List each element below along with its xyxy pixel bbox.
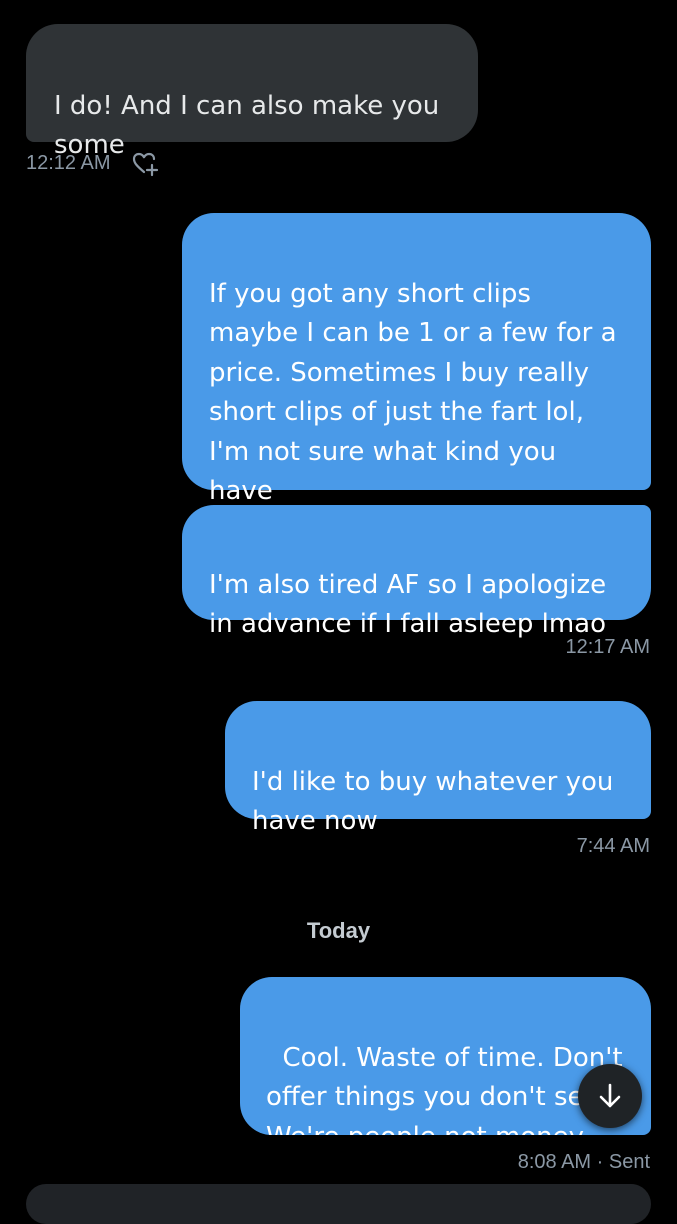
message-timestamp: 12:17 AM (565, 636, 650, 658)
message-timestamp: 12:12 AM (26, 152, 111, 174)
outgoing-message[interactable]: I'm also tired AF so I apologize in adva… (182, 505, 651, 639)
date-divider: Today (306, 918, 371, 943)
message-timestamp: 7:44 AM (576, 835, 650, 857)
message-text: Cool. Waste of time. Don't offer things … (266, 1042, 623, 1136)
message-text: If you got any short clips maybe I can b… (209, 278, 617, 507)
incoming-message[interactable]: I do! And I can also make you some (26, 24, 478, 160)
scroll-to-bottom-button[interactable] (578, 1064, 642, 1128)
arrow-down-icon (595, 1081, 625, 1111)
outgoing-message[interactable]: If you got any short clips maybe I can b… (182, 213, 651, 506)
outgoing-message[interactable]: I'd like to buy whatever you have now (225, 701, 651, 836)
heart-plus-icon[interactable] (131, 150, 159, 178)
message-text: I'd like to buy whatever you have now (252, 766, 614, 837)
message-composer[interactable] (26, 1184, 651, 1224)
message-text: I do! And I can also make you some (54, 90, 440, 161)
message-text: I'm also tired AF so I apologize in adva… (209, 569, 607, 640)
message-timestamp: 8:08 AM · Sent (517, 1151, 650, 1173)
